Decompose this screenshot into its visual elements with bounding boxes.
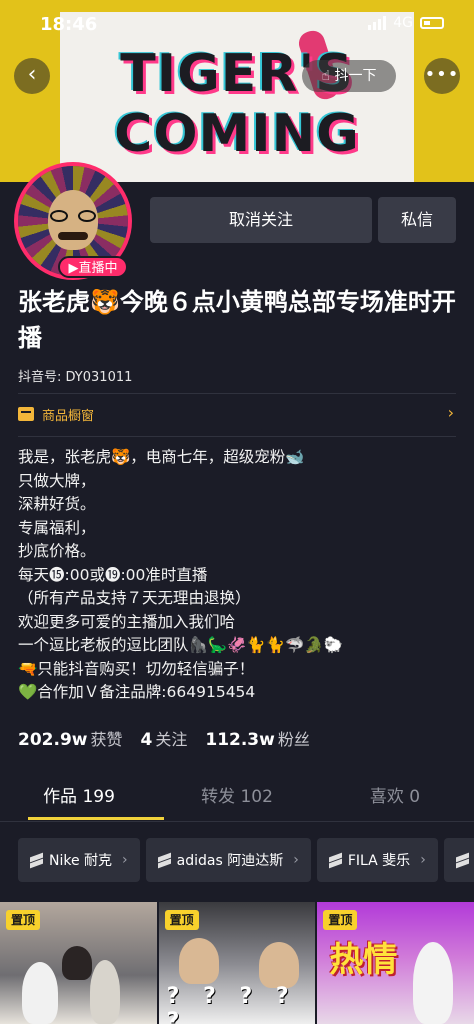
battery-icon <box>420 17 444 29</box>
brand-chip-fila[interactable]: FILA 斐乐 › <box>316 838 438 882</box>
layers-icon <box>158 854 171 867</box>
bio-line: 🔫只能抖音购买！切勿轻信骗子！ <box>18 659 255 678</box>
bio-line: 只做大牌， <box>18 471 96 490</box>
unfollow-button[interactable]: 取消关注 <box>150 197 372 243</box>
douyin-id: 抖音号: DY031011 <box>18 370 133 385</box>
message-button[interactable]: 私信 <box>378 197 456 243</box>
shake-button[interactable]: ☝ 抖一下 <box>302 60 396 92</box>
following-stat[interactable]: 4 关注 <box>141 726 188 750</box>
status-time: 18:46 <box>40 14 98 35</box>
video-overlay-text: ? ? ? ? ? <box>166 984 297 1024</box>
chip-label: Nike 耐克 <box>49 853 113 869</box>
chevron-right-icon: › <box>447 403 454 422</box>
profile-stats: 202.9w 获赞 4 关注 112.3w 粉丝 <box>18 726 310 750</box>
content-tabs: 作品 199 转发 102 喜欢 0 <box>0 782 474 822</box>
followers-label: 粉丝 <box>277 730 310 749</box>
tab-works[interactable]: 作品 199 <box>0 782 164 822</box>
tab-reposts[interactable]: 转发 102 <box>158 782 316 822</box>
video-thumbnail[interactable]: ? ? ? ? ? 置顶 <box>158 902 316 1024</box>
signal-icon <box>368 16 387 30</box>
live-badge[interactable]: ▶直播中 <box>58 256 128 278</box>
following-label: 关注 <box>155 730 188 749</box>
cover-text-line1: TIGER'S <box>120 44 354 104</box>
shop-icon <box>18 407 34 421</box>
tab-likes[interactable]: 喜欢 0 <box>316 782 474 822</box>
bio-line: 一个逗比老板的逗比团队🦍🦕🦑🐈🐈🦈🐊🐑 <box>18 636 343 654</box>
video-overlay-text: 热情 <box>329 940 398 980</box>
followers-count: 112.3w <box>205 730 275 750</box>
bio-line: （所有产品支持７天无理由退换） <box>18 589 251 607</box>
shake-label: 抖一下 <box>334 68 377 84</box>
brand-chip-nike[interactable]: Nike 耐克 › <box>18 838 140 882</box>
followers-stat[interactable]: 112.3w 粉丝 <box>205 726 310 750</box>
chip-label: adidas 阿迪达斯 <box>176 853 284 869</box>
video-grid: 置顶 ? ? ? ? ? 置顶 热情 置顶 <box>0 902 474 1024</box>
chevron-right-icon: › <box>122 852 128 868</box>
pinned-badge: 置顶 <box>164 910 199 930</box>
divider <box>18 436 456 437</box>
shop-window-label: 商品橱窗 <box>42 409 95 424</box>
network-label: 4G <box>393 15 413 31</box>
bio-line: 欢迎更多可爱的主播加入我们哈 <box>18 612 236 631</box>
tabs-divider <box>0 821 474 822</box>
cover-text-line2: COMING <box>114 104 360 164</box>
bio-line: 我是，张老虎🐯，电商七年，超级宠粉🐋 <box>18 448 305 466</box>
pinned-badge: 置顶 <box>323 910 358 930</box>
video-thumbnail[interactable]: 置顶 <box>0 902 157 1024</box>
bio-line: 专属福利， <box>18 518 96 537</box>
more-button[interactable]: ••• <box>424 58 460 94</box>
layers-icon <box>30 854 43 867</box>
likes-label: 获赞 <box>90 730 123 749</box>
layers-icon <box>456 854 469 867</box>
chip-label: FILA 斐乐 <box>347 853 411 869</box>
bio-line: 抄底价格。 <box>18 542 96 560</box>
hand-icon: ☝ <box>321 68 331 84</box>
profile-nickname: 张老虎🐯今晚６点小黄鸭总部专场准时开播 <box>18 288 456 352</box>
status-bar: 18:46 4G <box>0 0 474 50</box>
status-indicators: 4G <box>368 15 444 31</box>
video-thumbnail[interactable]: 热情 置顶 <box>317 902 474 1024</box>
likes-count: 202.9w <box>18 730 88 750</box>
following-count: 4 <box>140 730 153 750</box>
profile-bio: 我是，张老虎🐯，电商七年，超级宠粉🐋 只做大牌， 深耕好货。 专属福利， 抄底价… <box>18 446 458 705</box>
brand-chip-more[interactable] <box>443 838 474 882</box>
bio-line: 每天⓯:00或⓳:00准时直播 <box>18 565 208 584</box>
chevron-right-icon: › <box>420 852 426 868</box>
layers-icon <box>329 854 342 867</box>
back-button[interactable]: ‹ <box>14 58 50 94</box>
bio-line: 深耕好货。 <box>18 495 96 513</box>
brand-chip-row: Nike 耐克 › adidas 阿迪达斯 › FILA 斐乐 › <box>18 838 474 882</box>
ellipsis-icon: ••• <box>424 64 460 85</box>
bio-line: 💚合作加Ｖ备注品牌:664915454 <box>18 683 256 701</box>
divider <box>18 393 456 394</box>
chevron-left-icon: ‹ <box>27 62 37 87</box>
shop-window-row[interactable]: 商品橱窗 › <box>18 403 456 427</box>
likes-stat[interactable]: 202.9w 获赞 <box>18 726 123 750</box>
brand-chip-adidas[interactable]: adidas 阿迪达斯 › <box>145 838 311 882</box>
pinned-badge: 置顶 <box>6 910 41 930</box>
chevron-right-icon: › <box>293 852 299 868</box>
